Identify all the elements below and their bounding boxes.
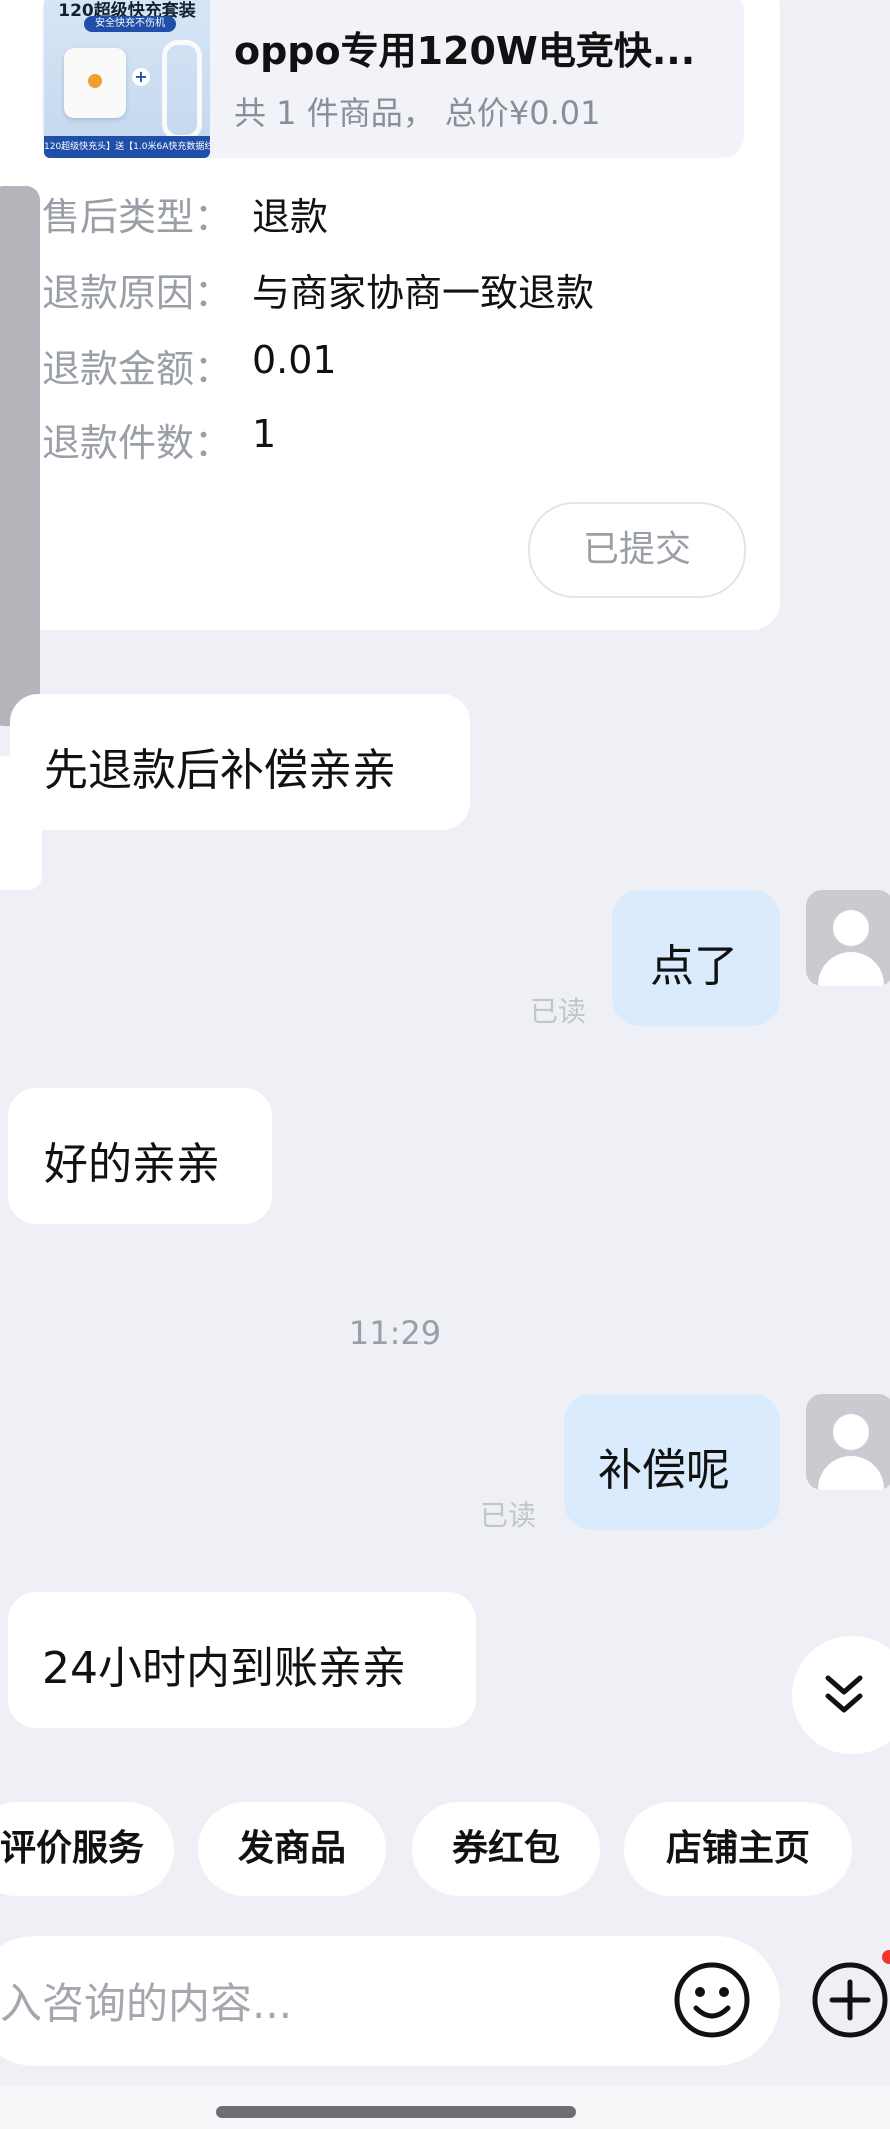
aftersale-type-value: 退款 <box>252 195 329 239</box>
message-text: 补偿呢 <box>598 1445 730 1496</box>
double-chevron-down-icon <box>825 1675 863 1713</box>
refund-quantity-label: 退款件数： <box>42 421 233 465</box>
read-receipt: 已读 <box>530 995 587 1028</box>
notification-dot <box>882 1950 890 1964</box>
thumbnail-tag: 安全快充不伤机 <box>84 16 176 32</box>
user-avatar-icon[interactable] <box>806 890 890 986</box>
refund-reason-value: 与商家协商一致退款 <box>252 271 595 315</box>
thumbnail-plus-icon: + <box>132 68 150 86</box>
message-bubble-left[interactable]: 好的亲亲 <box>8 1088 272 1224</box>
product-name[interactable]: oppo专用120W电竞快... <box>234 20 695 75</box>
chip-review-service[interactable]: 评价服务 <box>0 1802 174 1896</box>
submitted-status-button[interactable]: 已提交 <box>528 502 746 598</box>
chip-send-product[interactable]: 发商品 <box>198 1802 386 1896</box>
chip-coupon[interactable]: 券红包 <box>412 1802 600 1896</box>
refund-amount-label: 退款金额： <box>42 347 233 391</box>
chip-label: 店铺主页 <box>665 1828 810 1869</box>
message-input-placeholder: 入咨询的内容... <box>0 1979 293 2028</box>
product-meta: 共 1 件商品， 总价¥0.01 <box>234 94 601 132</box>
message-text: 点了 <box>650 941 738 992</box>
refund-reason-label: 退款原因： <box>42 271 233 315</box>
cable-image <box>162 40 202 140</box>
refund-quantity-value: 1 <box>252 412 277 456</box>
more-actions-button[interactable] <box>810 1960 890 2040</box>
emoji-button[interactable] <box>672 1960 752 2040</box>
message-bubble-right[interactable]: 补偿呢 <box>564 1394 780 1530</box>
chip-store-home[interactable]: 店铺主页 <box>624 1802 852 1896</box>
message-text: 24小时内到账亲亲 <box>42 1643 406 1694</box>
smiley-icon <box>674 1962 750 2038</box>
aftersale-type-label: 售后类型： <box>42 195 233 239</box>
chat-timestamp: 11:29 <box>348 1314 442 1352</box>
read-receipt: 已读 <box>480 1499 537 1532</box>
message-text: 好的亲亲 <box>44 1139 220 1190</box>
product-thumbnail[interactable]: 120超级快充套装 安全快充不伤机 + 120超级快充头】送【1.0米6A快充数… <box>44 0 210 158</box>
chip-label: 发商品 <box>237 1828 346 1869</box>
message-bubble-left[interactable]: 24小时内到账亲亲 <box>8 1592 476 1728</box>
home-indicator[interactable] <box>216 2106 576 2118</box>
message-text: 先退款后补偿亲亲 <box>44 745 396 796</box>
charger-image <box>64 48 126 118</box>
chip-label: 评价服务 <box>0 1828 144 1869</box>
message-bubble-right[interactable]: 点了 <box>612 890 780 1026</box>
message-bubble-left[interactable]: 先退款后补偿亲亲 <box>10 694 470 830</box>
thumbnail-caption: 120超级快充头】送【1.0米6A快充数据线 <box>44 136 210 158</box>
scroll-to-bottom-button[interactable] <box>792 1636 890 1754</box>
plus-circle-icon <box>812 1962 888 2038</box>
refund-amount-value: 0.01 <box>252 338 337 382</box>
chip-label: 券红包 <box>451 1828 560 1869</box>
user-avatar-icon[interactable] <box>806 1394 890 1490</box>
floating-side-panel[interactable] <box>0 186 40 726</box>
